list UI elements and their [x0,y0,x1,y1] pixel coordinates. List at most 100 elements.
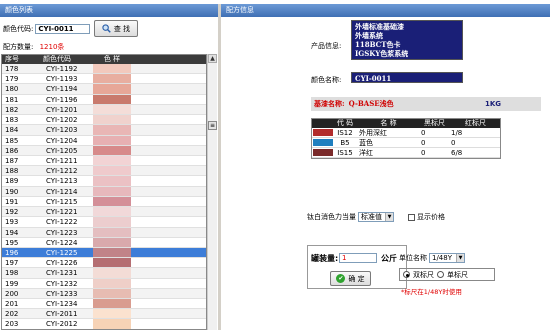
row-no: 202 [5,310,19,319]
row-no: 188 [5,167,19,176]
base-qty: 1KG [484,100,501,108]
row-no: 201 [5,300,19,309]
row-code: CYI-1204 [46,136,78,145]
row-swatch-cell [92,115,132,125]
row-filler [132,105,206,114]
confirm-button[interactable]: ✔ 确 定 [330,271,371,286]
color-swatch [93,299,131,309]
table-row[interactable]: 179 CYI-1193 [2,74,206,85]
adjust-select[interactable]: 标准值 ▼ [358,212,394,222]
formula-table: 代 码 名 称 黑标尺 红标尺 IS12 外用深红 0 1/8 B5 蓝色 0 0 IS15 洋红… [311,118,501,159]
table-row[interactable]: 201 CYI-1234 [2,299,206,310]
table-row[interactable]: 187 CYI-1211 [2,155,206,167]
color-swatch [93,64,131,74]
color-swatch [93,268,131,278]
row-filler [132,197,206,206]
table-row[interactable]: 184 CYI-1203 [2,125,206,136]
color-name-value: CYI-0011 [351,72,463,83]
table-row[interactable]: 188 CYI-1212 [2,166,206,177]
row-no: 190 [5,187,19,196]
formula-col-code: 代 码 [336,119,354,127]
col-header-no[interactable]: 序号 [2,55,40,64]
row-code: CYI-1232 [46,279,78,288]
table-row[interactable]: 202 CYI-2011 [2,309,206,320]
table-row[interactable]: 192 CYI-1221 [2,207,206,218]
formula-row[interactable]: B5 蓝色 0 0 [312,138,500,148]
row-filler [132,207,206,216]
col-header-filler [132,55,206,64]
col-header-swatch[interactable]: 色 样 [92,55,132,64]
row-code: CYI-1224 [46,238,78,247]
color-code-input[interactable]: CYI-0011 [35,24,91,34]
row-swatch-cell [92,268,132,278]
color-swatch [93,247,131,258]
table-row[interactable]: 196 CYI-1225 [2,247,206,259]
table-row[interactable]: 180 CYI-1194 [2,84,206,95]
show-price-checkbox[interactable] [408,213,415,221]
col-header-code[interactable]: 颜色代码 [40,55,92,64]
table-row[interactable]: 189 CYI-1213 [2,176,206,187]
formula-name: 蓝色 [359,139,373,147]
row-filler [132,289,206,298]
formula-code: IS15 [337,149,353,157]
qty-input[interactable]: 1 [339,253,377,263]
search-button[interactable]: 查 找 [94,20,138,37]
row-no: 178 [5,65,19,73]
row-swatch-cell [92,125,132,135]
row-filler [132,268,206,277]
unit-label: 单位名称 [399,254,427,262]
scroll-thumb[interactable]: ≡ [208,121,217,130]
formula-row[interactable]: IS15 洋红 0 6/8 [312,148,500,158]
table-row[interactable]: 185 CYI-1204 [2,135,206,146]
row-no: 179 [5,75,19,84]
table-row[interactable]: 181 CYI-1196 [2,94,206,105]
row-code: CYI-1222 [46,218,78,227]
color-table-body: 178 CYI-1192 179 CYI-1193 180 CYI-1194 181 CYI-… [2,64,206,329]
scroll-up-arrow-icon[interactable]: ▲ [208,54,217,63]
color-swatch [93,115,131,125]
chevron-down-icon[interactable]: ▼ [456,254,464,262]
table-row[interactable]: 197 CYI-1226 [2,258,206,269]
row-no: 184 [5,126,19,135]
fill-quantity-panel: 罐装量: 1 公斤 ✔ 确 定 [307,245,407,289]
radio-double-scale[interactable] [403,271,410,278]
row-no: 197 [5,259,19,268]
table-row[interactable]: 194 CYI-1223 [2,227,206,238]
vertical-scrollbar[interactable]: ▲ ≡ [207,54,217,330]
color-swatch [93,237,131,247]
table-row[interactable]: 178 CYI-1192 [2,64,206,75]
table-row[interactable]: 190 CYI-1214 [2,186,206,197]
radio-single-scale[interactable] [437,271,444,278]
table-row[interactable]: 198 CYI-1231 [2,268,206,279]
row-filler [132,238,206,247]
table-row[interactable]: 203 CYI-2012 [2,319,206,329]
color-swatch [93,145,131,155]
table-row[interactable]: 200 CYI-1233 [2,288,206,300]
table-row[interactable]: 182 CYI-1201 [2,104,206,116]
row-swatch-cell [92,319,132,329]
formula-row[interactable]: IS12 外用深红 0 1/8 [312,128,500,138]
unit-select[interactable]: 1/48Y ▼ [429,253,465,263]
row-no: 199 [5,279,19,288]
count-value: 1210条 [39,43,65,51]
show-price-label: 显示价格 [417,213,445,221]
chevron-down-icon[interactable]: ▼ [385,213,393,221]
formula-swatch-cell [312,128,334,137]
row-swatch-cell [92,247,132,258]
color-name-label: 颜色名称: [311,76,342,84]
row-no: 185 [5,136,19,145]
table-row[interactable]: 195 CYI-1224 [2,237,206,248]
table-row[interactable]: 191 CYI-1215 [2,196,206,208]
color-swatch [93,258,131,268]
row-no: 181 [5,95,19,104]
table-row[interactable]: 186 CYI-1205 [2,145,206,156]
table-row[interactable]: 199 CYI-1232 [2,278,206,289]
row-filler [132,309,206,318]
row-filler [132,187,206,196]
row-code: CYI-1233 [46,289,78,298]
table-row[interactable]: 183 CYI-1202 [2,115,206,126]
row-no: 180 [5,85,19,94]
count-row: 配方数量: 1210条 [3,42,64,52]
row-no: 186 [5,146,19,155]
table-row[interactable]: 193 CYI-1222 [2,217,206,228]
